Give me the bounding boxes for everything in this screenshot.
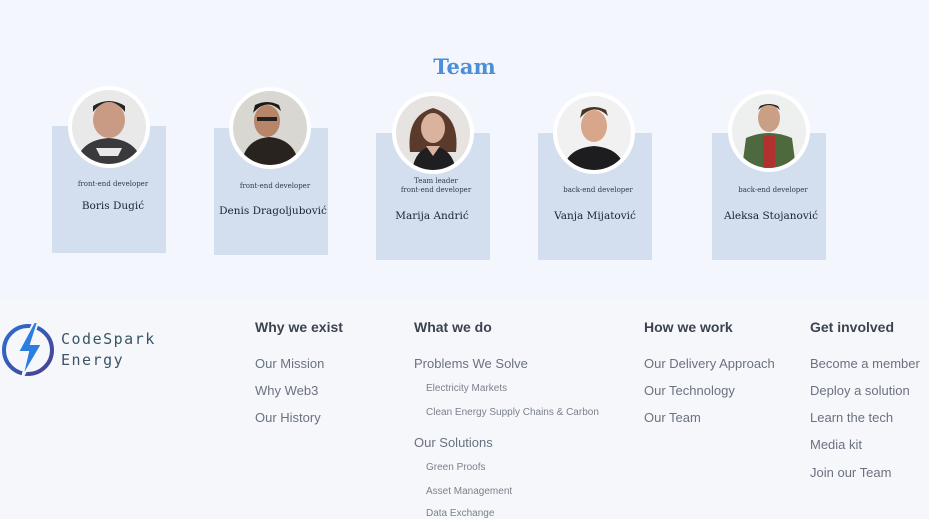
member-name: Vanja Mijatović bbox=[554, 210, 636, 222]
brand-name-line1: CodeSpark bbox=[61, 330, 156, 348]
member-name: Boris Dugić bbox=[81, 200, 145, 212]
footer-link-our-technology[interactable]: Our Technology bbox=[644, 383, 735, 398]
member-role: front-end developer bbox=[77, 180, 149, 188]
member-name: Aleksa Stojanović bbox=[723, 210, 818, 222]
footer-link-our-team[interactable]: Our Team bbox=[644, 410, 701, 425]
member-avatar bbox=[553, 92, 635, 174]
footer-sublink-clean-energy[interactable]: Clean Energy Supply Chains & Carbon bbox=[426, 407, 599, 418]
member-avatar bbox=[728, 90, 810, 172]
member-avatar bbox=[229, 87, 311, 169]
member-avatar bbox=[392, 92, 474, 174]
member-name: Denis Dragoljubović bbox=[219, 205, 327, 217]
footer-sublink-data-exchange[interactable]: Data Exchange bbox=[426, 508, 494, 519]
footer-link-become-member[interactable]: Become a member bbox=[810, 356, 920, 371]
team-section: Team front-end developer Boris Dugić fro… bbox=[0, 0, 929, 300]
member-role-line: Team leader bbox=[414, 177, 458, 185]
brand-name-line2: Energy bbox=[61, 351, 125, 369]
footer-sublink-asset-management[interactable]: Asset Management bbox=[426, 486, 512, 497]
member-role-line: front-end developer bbox=[400, 186, 472, 194]
footer-link-our-solutions[interactable]: Our Solutions bbox=[414, 435, 493, 450]
team-title: Team bbox=[433, 54, 496, 79]
footer-link-media-kit[interactable]: Media kit bbox=[810, 437, 862, 452]
footer-link-deploy-solution[interactable]: Deploy a solution bbox=[810, 383, 910, 398]
footer-link-why-web3[interactable]: Why Web3 bbox=[255, 383, 318, 398]
footer-link-problems-we-solve[interactable]: Problems We Solve bbox=[414, 356, 528, 371]
footer-heading: How we work bbox=[644, 319, 733, 335]
footer-heading: Why we exist bbox=[255, 319, 343, 335]
footer-link-our-mission[interactable]: Our Mission bbox=[255, 356, 324, 371]
footer-link-our-history[interactable]: Our History bbox=[255, 410, 321, 425]
site-footer: CodeSpark Energy Why we exist Our Missio… bbox=[0, 300, 929, 519]
brand-logo[interactable]: CodeSpark Energy bbox=[0, 318, 170, 382]
footer-sublink-green-proofs[interactable]: Green Proofs bbox=[426, 462, 485, 473]
member-role: back-end developer bbox=[738, 186, 808, 194]
footer-link-delivery-approach[interactable]: Our Delivery Approach bbox=[644, 356, 775, 371]
member-role: front-end developer bbox=[239, 182, 311, 190]
footer-link-join-team[interactable]: Join our Team bbox=[810, 465, 891, 480]
footer-link-learn-tech[interactable]: Learn the tech bbox=[810, 410, 893, 425]
footer-heading: Get involved bbox=[810, 319, 895, 335]
lightning-logo-icon bbox=[2, 321, 54, 379]
footer-sublink-electricity-markets[interactable]: Electricity Markets bbox=[426, 383, 507, 394]
member-role: Team leader front-end developer bbox=[366, 177, 506, 195]
footer-heading: What we do bbox=[414, 319, 492, 335]
member-name: Marija Andrić bbox=[395, 210, 469, 222]
member-avatar bbox=[68, 86, 150, 168]
member-role: back-end developer bbox=[563, 186, 633, 194]
